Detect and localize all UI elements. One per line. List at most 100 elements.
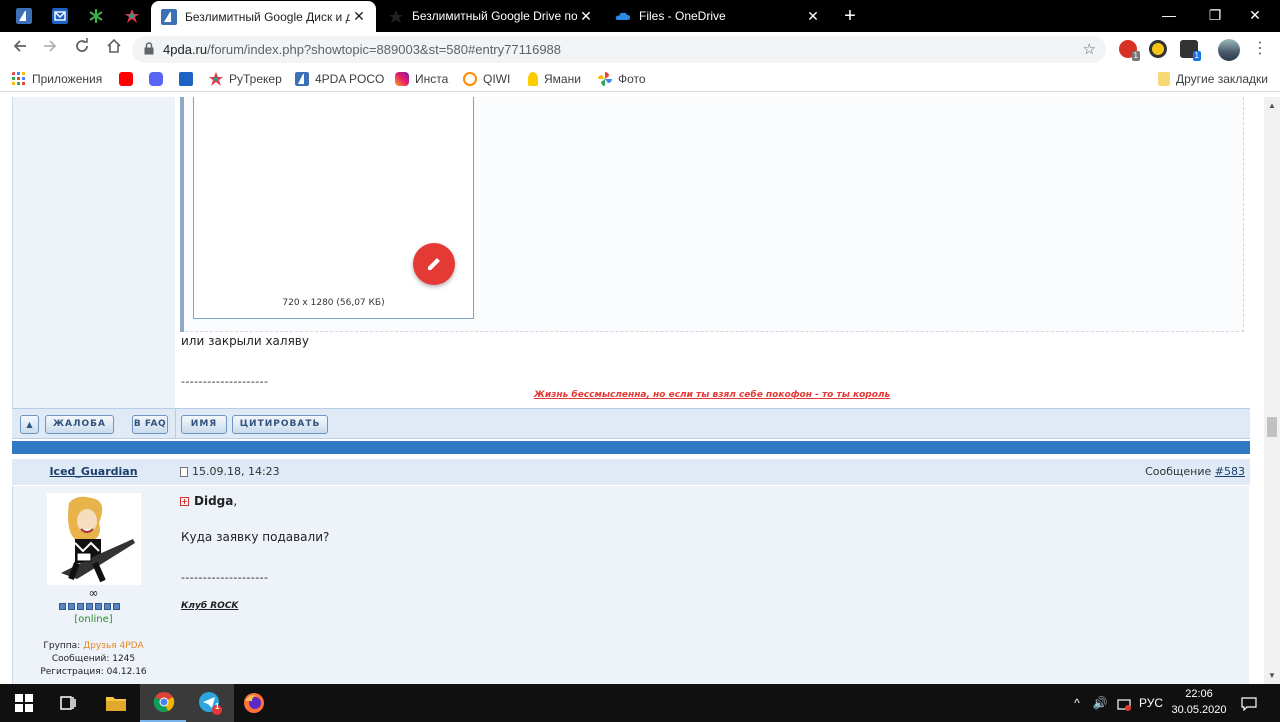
avatar[interactable] bbox=[47, 493, 141, 585]
divider bbox=[175, 409, 176, 438]
notifications-icon[interactable] bbox=[1236, 684, 1262, 722]
bookmark-apps[interactable]: Приложения bbox=[12, 70, 102, 88]
user-group-value[interactable]: Друзья 4PDA bbox=[83, 641, 144, 651]
post-signature[interactable]: Клуб ROCK bbox=[181, 601, 238, 611]
new-tab-button[interactable]: + bbox=[838, 4, 862, 28]
extension-yellow-icon[interactable] bbox=[1149, 40, 1167, 58]
scroll-up-arrow-icon[interactable]: ▲ bbox=[1268, 101, 1276, 110]
bookmark-mail[interactable] bbox=[179, 70, 199, 88]
post-text: Куда заявку подавали? bbox=[181, 530, 330, 544]
instagram-icon bbox=[395, 72, 409, 86]
pinned-tab-rutracker[interactable] bbox=[114, 0, 150, 32]
attached-image[interactable] bbox=[193, 97, 474, 319]
post-signature[interactable]: Жизнь бессмысленна, но если ты взял себе… bbox=[175, 390, 1249, 400]
pinned-tab-green[interactable] bbox=[78, 0, 114, 32]
taskbar-clock[interactable]: 22:06 30.05.2020 bbox=[1168, 686, 1230, 718]
name-button[interactable]: ИМЯ bbox=[181, 415, 227, 434]
close-window-button[interactable]: ✕ bbox=[1232, 0, 1278, 30]
minimize-button[interactable]: — bbox=[1146, 0, 1192, 30]
reload-button[interactable] bbox=[70, 37, 94, 61]
chrome-menu-icon[interactable]: ⋮ bbox=[1252, 37, 1268, 61]
forward-button[interactable] bbox=[38, 37, 62, 61]
pencil-icon bbox=[428, 258, 440, 270]
bookmark-yamani[interactable]: Ямани bbox=[528, 70, 581, 88]
back-button[interactable] bbox=[8, 37, 32, 61]
page-scrollbar[interactable]: ▲ ▼ bbox=[1264, 97, 1280, 684]
network-disconnected-icon bbox=[1117, 699, 1131, 711]
post-number: Сообщение #583 bbox=[1145, 459, 1245, 485]
quote-button[interactable]: ЦИТИРОВАТЬ bbox=[232, 415, 328, 434]
post-number-label: Сообщение bbox=[1145, 465, 1215, 478]
extension-adblock-icon[interactable]: 1 bbox=[1119, 40, 1140, 61]
extension-cube-icon[interactable]: 1 bbox=[1180, 40, 1201, 61]
bookmark-insta[interactable]: Инста bbox=[395, 70, 448, 88]
post-date-text: 15.09.18, 14:23 bbox=[192, 465, 280, 478]
address-bar[interactable]: 4pda.ru/forum/index.php?showtopic=889003… bbox=[132, 36, 1106, 63]
tab-onedrive[interactable]: Files - OneDrive ✕ bbox=[605, 0, 830, 32]
bookmark-foto[interactable]: Фото bbox=[598, 70, 646, 88]
mail-icon bbox=[52, 8, 68, 24]
tab-google-disk[interactable]: Безлимитный Google Диск и др ✕ bbox=[151, 1, 376, 32]
bookmark-qiwi[interactable]: QIWI bbox=[463, 70, 510, 88]
home-button[interactable] bbox=[102, 37, 126, 61]
tab-title: Files - OneDrive bbox=[639, 9, 726, 23]
post-author-name[interactable]: Iced_Guardian bbox=[12, 459, 175, 485]
bookmark-label: 4PDA POCO bbox=[315, 72, 385, 86]
task-view-button[interactable] bbox=[44, 684, 92, 722]
photos-pinwheel-icon bbox=[598, 72, 612, 86]
expand-plus-icon[interactable]: + bbox=[180, 496, 189, 506]
bookmark-discord[interactable] bbox=[149, 70, 169, 88]
complaint-button[interactable]: ЖАЛОБА bbox=[45, 415, 114, 434]
onedrive-icon bbox=[615, 12, 631, 20]
lock-icon bbox=[144, 42, 154, 55]
post-number-link[interactable]: #583 bbox=[1215, 465, 1245, 478]
pinned-tab-4pda[interactable] bbox=[6, 0, 42, 32]
reputation-pip bbox=[77, 603, 84, 610]
close-tab-icon[interactable]: ✕ bbox=[577, 8, 595, 25]
bookmark-label: РуТрекер bbox=[229, 72, 282, 86]
user-group: Группа: Друзья 4PDA bbox=[12, 641, 175, 651]
close-tab-icon[interactable]: ✕ bbox=[804, 8, 822, 25]
close-tab-icon[interactable]: ✕ bbox=[350, 8, 368, 25]
tab-google-drive[interactable]: Безлимитный Google Drive пол ✕ bbox=[378, 0, 603, 32]
bookmark-youtube[interactable] bbox=[119, 70, 139, 88]
quoted-username[interactable]: Didga bbox=[194, 494, 233, 508]
network-icon[interactable] bbox=[1114, 684, 1134, 722]
reputation-pip bbox=[68, 603, 75, 610]
volume-icon[interactable]: 🔊 bbox=[1090, 684, 1110, 722]
bookmark-label: Фото bbox=[618, 72, 646, 86]
taskbar-explorer[interactable] bbox=[92, 684, 140, 722]
url-path: /forum/index.php?showtopic=889003&st=580… bbox=[207, 42, 562, 57]
bookmark-rutracker[interactable]: РуТрекер bbox=[209, 70, 282, 88]
faq-button[interactable]: В FAQ bbox=[132, 415, 168, 434]
taskbar-telegram[interactable]: 1 bbox=[186, 684, 234, 722]
extension-badge: 1 bbox=[1131, 51, 1140, 61]
taskbar-firefox[interactable] bbox=[230, 684, 278, 722]
profile-avatar[interactable] bbox=[1218, 39, 1240, 61]
bookmark-label: Ямани bbox=[544, 72, 581, 86]
edit-button[interactable] bbox=[413, 243, 455, 285]
quoted-suffix: , bbox=[233, 494, 238, 508]
post-actions-bar: ▲ ЖАЛОБА В FAQ ИМЯ ЦИТИРОВАТЬ bbox=[12, 408, 1250, 439]
start-button[interactable] bbox=[0, 684, 48, 722]
user-rank-symbol: ∞ bbox=[88, 586, 99, 600]
bookmark-other-folder[interactable]: Другие закладки bbox=[1158, 70, 1268, 88]
bookmark-label: Другие закладки bbox=[1176, 72, 1268, 86]
taskbar-chrome[interactable] bbox=[140, 684, 188, 722]
bookmark-star-icon[interactable]: ☆ bbox=[1083, 36, 1096, 63]
rutracker-icon bbox=[209, 72, 223, 86]
task-view-icon bbox=[60, 696, 76, 710]
tray-overflow-icon[interactable]: ^ bbox=[1068, 684, 1086, 722]
scroll-top-button[interactable]: ▲ bbox=[20, 415, 39, 434]
action-center-icon bbox=[1241, 697, 1257, 712]
firefox-icon bbox=[244, 693, 264, 713]
bookmark-4pda-poco[interactable]: 4PDA POCO bbox=[295, 70, 384, 88]
pinned-tab-mail[interactable] bbox=[42, 0, 78, 32]
rutracker-icon bbox=[125, 9, 139, 23]
home-icon bbox=[107, 38, 121, 53]
language-indicator[interactable]: РУС bbox=[1136, 684, 1166, 722]
scroll-down-arrow-icon[interactable]: ▼ bbox=[1268, 671, 1276, 680]
reputation-pip bbox=[95, 603, 102, 610]
scroll-thumb[interactable] bbox=[1267, 417, 1277, 437]
post-text: или закрыли халяву bbox=[181, 334, 309, 348]
